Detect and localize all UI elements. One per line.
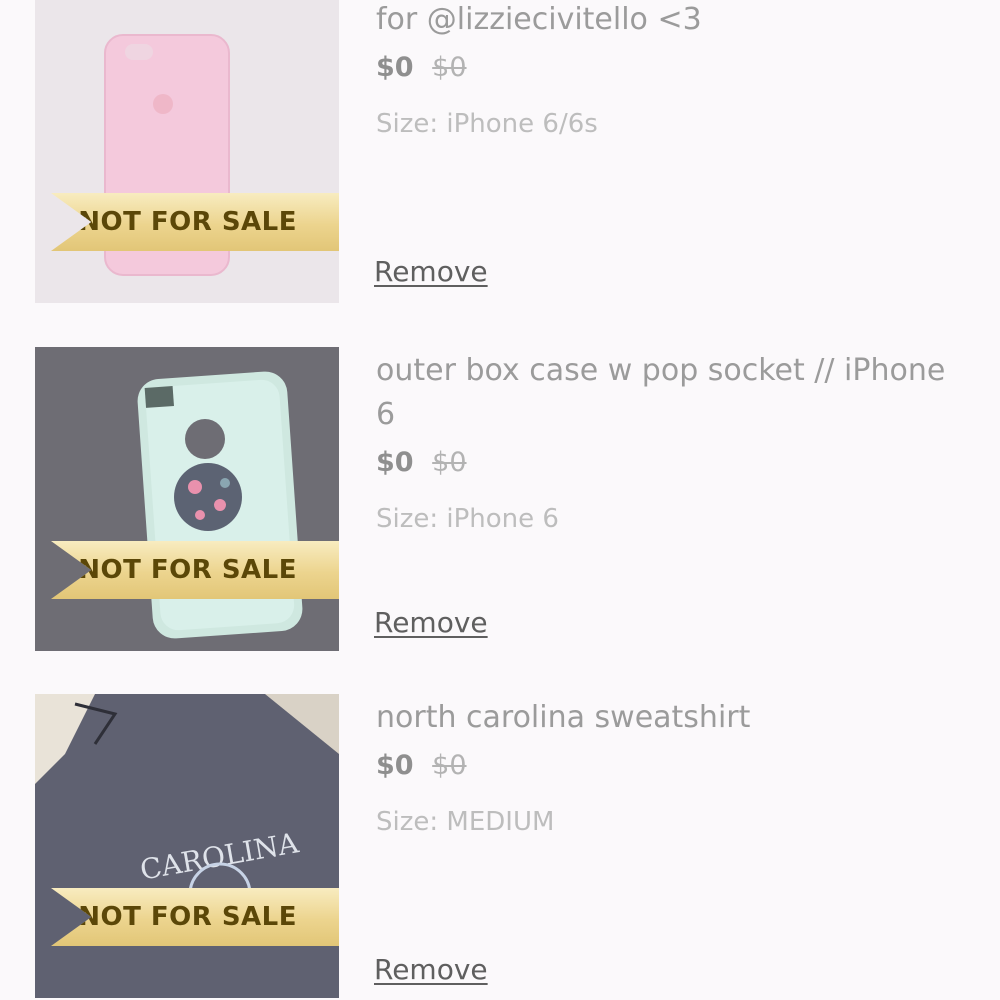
listing-item: CAROLINA NOT FOR SALE north carolina swe…: [0, 694, 1000, 998]
listing-photo[interactable]: NOT FOR SALE: [35, 347, 339, 651]
price-row: $0 $0: [376, 746, 966, 786]
remove-link[interactable]: Remove: [374, 953, 488, 986]
badge-label: NOT FOR SALE: [78, 902, 297, 932]
listing-title[interactable]: north carolina sweatshirt: [376, 696, 966, 740]
listing-info: north carolina sweatshirt $0 $0 Size: ME…: [374, 696, 966, 1000]
listing-info: for @lizziecivitello <3 $0 $0 Size: iPho…: [374, 0, 966, 302]
original-price: $0: [432, 52, 467, 83]
original-price: $0: [432, 447, 467, 478]
not-for-sale-badge: NOT FOR SALE: [51, 193, 339, 251]
not-for-sale-badge: NOT FOR SALE: [51, 888, 339, 946]
listing-size: Size: MEDIUM: [376, 807, 555, 837]
pink-phone-case-image: [35, 0, 339, 303]
listing-price: $0: [376, 52, 414, 83]
outerbox-phone-case-image: [35, 347, 339, 651]
not-for-sale-badge: NOT FOR SALE: [51, 541, 339, 599]
listing-item: NOT FOR SALE outer box case w pop socket…: [0, 347, 1000, 651]
listing-price: $0: [376, 750, 414, 781]
listing-photo[interactable]: NOT FOR SALE: [35, 0, 339, 303]
listing-price: $0: [376, 447, 414, 478]
sweatshirt-image: CAROLINA: [35, 694, 339, 998]
listing-title[interactable]: for @lizziecivitello <3: [376, 0, 966, 42]
remove-link[interactable]: Remove: [374, 606, 488, 639]
badge-label: NOT FOR SALE: [78, 207, 297, 237]
price-row: $0 $0: [376, 443, 966, 483]
listing-title[interactable]: outer box case w pop socket // iPhone 6: [376, 349, 966, 437]
listing-info: outer box case w pop socket // iPhone 6 …: [374, 349, 966, 653]
listing-list: NOT FOR SALE for @lizziecivitello <3 $0 …: [0, 0, 1000, 1000]
listing-size: Size: iPhone 6/6s: [376, 109, 598, 139]
listing-item: NOT FOR SALE for @lizziecivitello <3 $0 …: [0, 0, 1000, 303]
badge-label: NOT FOR SALE: [78, 555, 297, 585]
listing-size: Size: iPhone 6: [376, 504, 559, 534]
original-price: $0: [432, 750, 467, 781]
price-row: $0 $0: [376, 48, 966, 88]
listing-photo[interactable]: CAROLINA NOT FOR SALE: [35, 694, 339, 998]
remove-link[interactable]: Remove: [374, 255, 488, 288]
